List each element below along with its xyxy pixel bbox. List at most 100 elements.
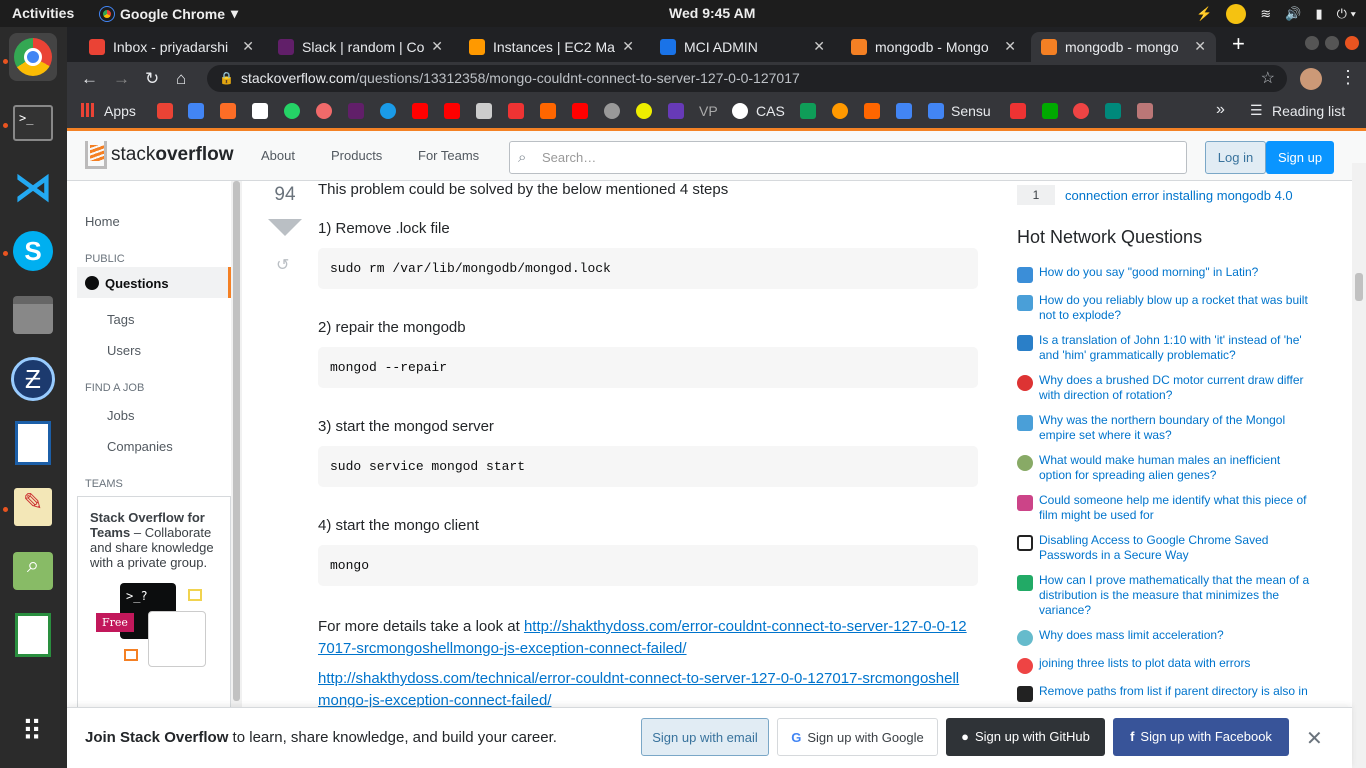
- trello-bookmark-icon[interactable]: [1010, 103, 1026, 119]
- back-icon[interactable]: ←: [81, 69, 98, 89]
- login-button[interactable]: Log in: [1205, 141, 1266, 174]
- nav-questions[interactable]: Questions: [77, 267, 231, 298]
- k-bookmark-icon[interactable]: [380, 103, 396, 119]
- asana-bookmark-icon[interactable]: [316, 103, 332, 119]
- bookmark-apps[interactable]: Apps: [104, 103, 136, 119]
- pocket-bookmark-icon[interactable]: [1073, 103, 1089, 119]
- nav-jobs[interactable]: Jobs: [107, 408, 134, 423]
- profile-avatar[interactable]: [1300, 68, 1322, 90]
- so-logo[interactable]: stack overflow: [85, 141, 233, 169]
- tab-mci-admin[interactable]: MCI ADMIN ✕: [650, 32, 835, 62]
- calendar-bookmark-icon[interactable]: [188, 103, 204, 119]
- docs-bookmark-icon[interactable]: [896, 103, 912, 119]
- left-sidebar-scrollbar[interactable]: [231, 181, 242, 768]
- github-bookmark-icon[interactable]: [252, 103, 268, 119]
- close-icon[interactable]: ✕: [1004, 38, 1016, 55]
- skype-icon[interactable]: S: [9, 227, 57, 275]
- new-tab-button[interactable]: +: [1232, 31, 1245, 57]
- text-editor-icon[interactable]: ✎: [9, 483, 57, 531]
- drive-bookmark-icon[interactable]: [444, 103, 460, 119]
- close-icon[interactable]: ✕: [622, 38, 634, 55]
- bookmark-vp[interactable]: VP: [699, 103, 718, 119]
- notification-icon[interactable]: [1226, 4, 1247, 24]
- signup-button[interactable]: Sign up: [1266, 141, 1334, 174]
- close-icon[interactable]: ✕: [431, 38, 443, 55]
- activities-button[interactable]: Activities: [12, 5, 74, 21]
- nav-products[interactable]: Products: [331, 148, 382, 163]
- details-link-2[interactable]: http://shakthydoss.com/technical/error-c…: [318, 670, 959, 709]
- youtube-bookmark-icon[interactable]: [412, 103, 428, 119]
- forward-icon[interactable]: →: [113, 69, 130, 89]
- sheets-bookmark-icon[interactable]: [800, 103, 816, 119]
- show-applications-icon[interactable]: ⠿: [9, 707, 57, 755]
- settings-bookmark-icon[interactable]: [604, 103, 620, 119]
- tab-slack[interactable]: Slack | random | Co ✕: [268, 32, 453, 62]
- gmail-bookmark-icon[interactable]: [157, 103, 173, 119]
- signup-google-button[interactable]: G Sign up with Google: [777, 718, 938, 756]
- trello2-bookmark-icon[interactable]: [1042, 103, 1058, 119]
- maximize-icon[interactable]: [1325, 36, 1339, 50]
- reload-icon[interactable]: ↻: [145, 69, 159, 89]
- nav-users[interactable]: Users: [107, 343, 141, 358]
- minimize-icon[interactable]: [1305, 36, 1319, 50]
- close-icon[interactable]: ✕: [242, 38, 254, 55]
- tab-ec2[interactable]: Instances | EC2 Ma ✕: [459, 32, 644, 62]
- downvote-icon[interactable]: [268, 219, 302, 236]
- image-viewer-icon[interactable]: ⌕: [9, 547, 57, 595]
- nav-tags[interactable]: Tags: [107, 312, 134, 327]
- calc-icon[interactable]: [9, 611, 57, 659]
- reading-list[interactable]: Reading list: [1272, 103, 1345, 119]
- terminal-icon[interactable]: >_: [9, 99, 57, 147]
- box-bookmark-icon[interactable]: [540, 103, 556, 119]
- clock[interactable]: Wed 9:45 AM: [669, 5, 755, 21]
- more-bookmarks-icon[interactable]: »: [1216, 101, 1225, 119]
- search-input[interactable]: ⌕ Search…: [509, 141, 1187, 174]
- history-icon[interactable]: ↺: [276, 255, 289, 275]
- signup-github-button[interactable]: ● Sign up with GitHub: [946, 718, 1105, 756]
- close-icon[interactable]: ✕: [1306, 726, 1323, 751]
- writer-icon[interactable]: [9, 419, 57, 467]
- close-icon[interactable]: ✕: [1194, 38, 1206, 55]
- tab-mongodb-active[interactable]: mongodb - mongo ✕: [1031, 32, 1216, 62]
- signup-email-button[interactable]: Sign up with email: [641, 718, 769, 756]
- face-bookmark-icon[interactable]: [636, 103, 652, 119]
- system-tray[interactable]: ⚡ ≋ 🔊 ▮ ⏻ ▾: [1196, 4, 1356, 24]
- bug-bookmark-icon[interactable]: [832, 103, 848, 119]
- star-icon[interactable]: ☆: [1261, 65, 1275, 92]
- tab-gmail[interactable]: Inbox - priyadarshi ✕: [79, 32, 264, 62]
- home-icon[interactable]: ⌂: [176, 69, 186, 89]
- app-indicator-icon[interactable]: ⚡: [1196, 6, 1212, 22]
- nav-for-teams[interactable]: For Teams: [418, 148, 479, 163]
- whatsapp-bookmark-icon[interactable]: [284, 103, 300, 119]
- chrome-launcher-icon[interactable]: [9, 33, 57, 81]
- edu-bookmark-icon[interactable]: [476, 103, 492, 119]
- nav-about[interactable]: About: [261, 148, 295, 163]
- gitlab-bookmark-icon[interactable]: [220, 103, 236, 119]
- power-menu-icon[interactable]: ⏻ ▾: [1337, 6, 1356, 22]
- files-icon[interactable]: [9, 291, 57, 339]
- menu-icon[interactable]: ⋮: [1339, 67, 1357, 88]
- bookmark-sensu[interactable]: Sensu: [951, 103, 991, 119]
- meet-bookmark-icon[interactable]: [1105, 103, 1121, 119]
- nav-companies[interactable]: Companies: [107, 439, 173, 454]
- signup-facebook-button[interactable]: f Sign up with Facebook: [1113, 718, 1289, 756]
- address-bar[interactable]: 🔒 stackoverflow.com/questions/13312358/m…: [207, 65, 1287, 92]
- app-menu[interactable]: Google Chrome ▾: [99, 5, 238, 22]
- nav-home[interactable]: Home: [85, 214, 120, 229]
- linked-question[interactable]: connection error installing mongodb 4.0: [1065, 188, 1293, 203]
- page-scrollbar[interactable]: [1352, 163, 1366, 768]
- close-window-icon[interactable]: [1345, 36, 1359, 50]
- tab-mongodb-1[interactable]: mongodb - Mongo ✕: [841, 32, 1026, 62]
- slack-bookmark-icon[interactable]: [348, 103, 364, 119]
- close-icon[interactable]: ✕: [813, 38, 825, 55]
- ycombinator-bookmark-icon[interactable]: [864, 103, 880, 119]
- app-launcher-k-icon[interactable]: Ƶ: [9, 355, 57, 403]
- person-bookmark-icon[interactable]: [1137, 103, 1153, 119]
- apps-icon[interactable]: [81, 103, 95, 117]
- youtube2-bookmark-icon[interactable]: [572, 103, 588, 119]
- window-controls[interactable]: [1305, 36, 1359, 50]
- bookmark-cas[interactable]: CAS: [756, 103, 785, 119]
- vscode-icon[interactable]: ⋊: [9, 163, 57, 211]
- list-bookmark-icon[interactable]: [668, 103, 684, 119]
- script-bookmark-icon[interactable]: [508, 103, 524, 119]
